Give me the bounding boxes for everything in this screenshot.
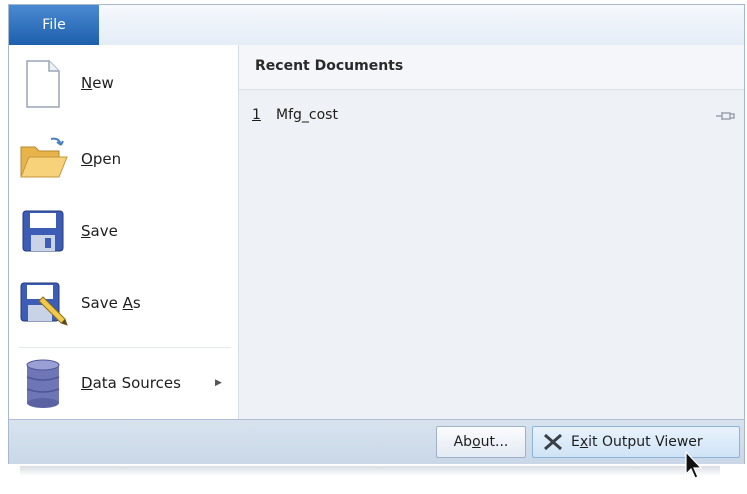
recent-documents-title: Recent Documents: [255, 58, 404, 74]
exit-output-viewer-button[interactable]: Exit Output Viewer: [532, 426, 740, 458]
file-tab[interactable]: File: [9, 5, 99, 45]
ribbon-bar: File: [9, 5, 744, 46]
open-command[interactable]: Open: [9, 123, 238, 195]
close-icon: [544, 433, 562, 451]
new-label: New: [81, 74, 114, 92]
backstage-view: File New Open Save Save As Data Sources …: [8, 4, 745, 464]
pin-icon[interactable]: [714, 109, 736, 123]
database-icon: [26, 359, 60, 408]
window-shadow: [20, 466, 720, 476]
recent-document-item[interactable]: 1 Mfg_cost: [239, 103, 744, 131]
folder-open-icon: [20, 137, 68, 178]
save-as-icon: [20, 282, 68, 326]
recent-item-number: 1: [252, 107, 261, 123]
save-command[interactable]: Save: [9, 195, 238, 267]
recent-documents-panel: Recent Documents 1 Mfg_cost: [239, 45, 744, 419]
recent-documents-header: Recent Documents: [239, 45, 744, 90]
data-sources-command[interactable]: Data Sources ▶: [9, 347, 238, 419]
bottom-bar: About... Exit Output Viewer: [9, 419, 744, 464]
about-button[interactable]: About...: [436, 426, 526, 458]
save-as-label: Save As: [81, 294, 141, 312]
mouse-cursor-icon: [685, 450, 703, 479]
command-panel: New Open Save Save As Data Sources ▶: [9, 45, 239, 419]
new-command[interactable]: New: [9, 47, 238, 119]
document-icon: [26, 60, 60, 108]
floppy-disk-icon: [22, 210, 64, 252]
data-sources-label: Data Sources: [81, 374, 181, 392]
save-label: Save: [81, 222, 118, 240]
open-label: Open: [81, 150, 122, 168]
recent-item-name: Mfg_cost: [276, 107, 338, 123]
submenu-arrow-icon: ▶: [215, 378, 222, 388]
exit-label: Exit Output Viewer: [571, 434, 703, 450]
save-as-command[interactable]: Save As: [9, 267, 238, 339]
